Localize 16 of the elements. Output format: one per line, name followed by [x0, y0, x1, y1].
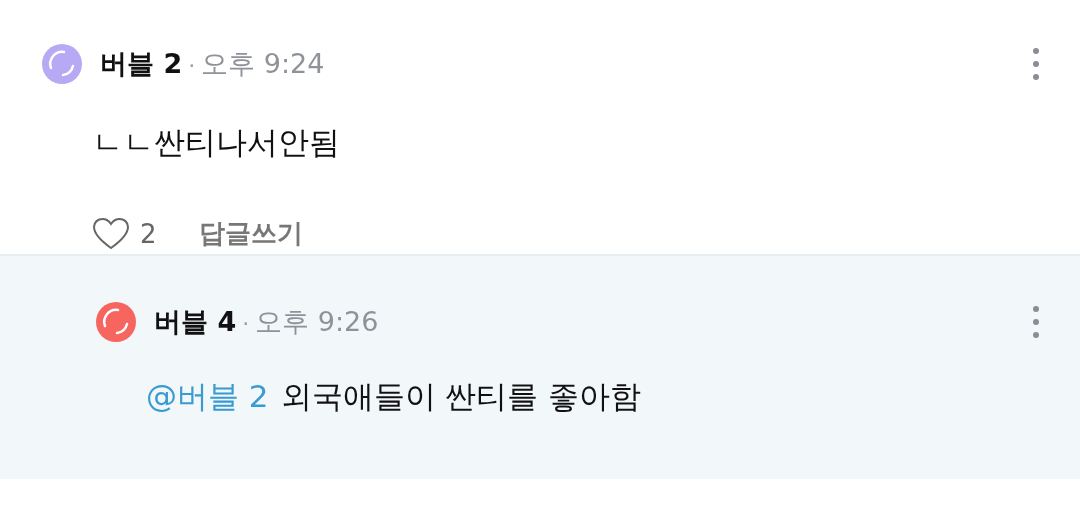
comment-text: 외국애들이 싼티를 좋아함: [280, 377, 642, 416]
author-name: 버블 4: [154, 305, 237, 339]
avatar-icon: [96, 302, 136, 342]
like-button[interactable]: 2: [92, 216, 157, 251]
more-icon[interactable]: [1032, 305, 1040, 339]
comment-time: 오후 9:24: [201, 47, 325, 81]
heart-icon: [92, 216, 130, 251]
mention-link[interactable]: @버블 2: [146, 376, 269, 418]
separator-dot: ·: [242, 311, 250, 336]
comment-text: ㄴㄴ싼티나서안됨: [92, 123, 340, 162]
separator-dot: ·: [188, 53, 196, 78]
avatar-icon: [42, 44, 82, 84]
comment-time: 오후 9:26: [255, 305, 379, 339]
reply-button[interactable]: 답글쓰기: [198, 216, 303, 251]
more-icon[interactable]: [1032, 47, 1040, 81]
author-name: 버블 2: [100, 47, 183, 81]
